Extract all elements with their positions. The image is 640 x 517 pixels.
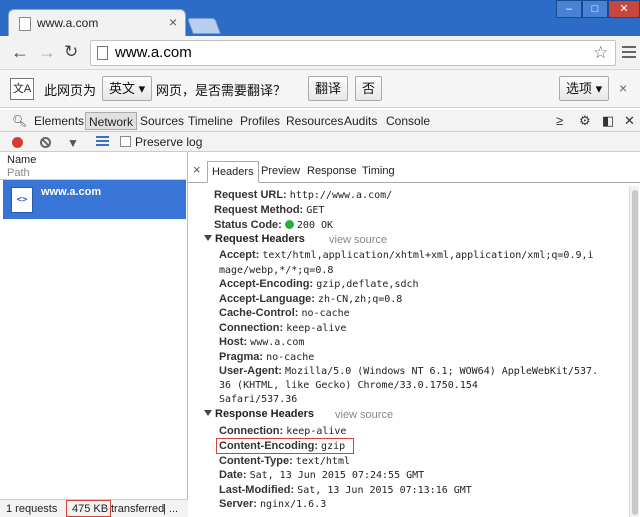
language-select[interactable]: 英文 ▾ — [102, 76, 153, 101]
tab-headers[interactable]: Headers — [207, 161, 259, 183]
network-toolbar: ▼ Preserve log — [0, 132, 640, 152]
collapse-triangle-icon — [204, 410, 212, 416]
search-icon[interactable]: 🔍︎ — [12, 114, 27, 128]
size-highlight-box — [66, 500, 111, 517]
address-bar[interactable]: www.a.com ☆ — [90, 40, 616, 66]
tab-preview[interactable]: Preview — [261, 165, 300, 177]
tab-network[interactable]: Network — [85, 112, 138, 130]
header-line: Host: www.a.com — [219, 336, 305, 348]
header-line: Date: Sat, 13 Jun 2015 07:24:55 GMT — [219, 469, 425, 481]
status-ok-icon — [284, 220, 294, 229]
tab-profiles[interactable]: Profiles — [240, 114, 280, 128]
scrollbar-thumb[interactable] — [632, 190, 638, 515]
preserve-log-checkbox[interactable] — [120, 136, 131, 147]
response-headers-section[interactable]: Response Headers — [204, 408, 314, 420]
transferred-label: transferred — [111, 503, 165, 515]
header-line: Content-Type: text/html — [219, 455, 350, 467]
details-close-icon[interactable]: × — [193, 162, 201, 177]
header-line-continued: Safari/537.36 — [219, 394, 298, 405]
page-favicon-icon — [19, 17, 31, 31]
request-list: Name Path <> www.a.com 1 requests 475 KB… — [0, 152, 188, 517]
request-list-header[interactable]: Name Path — [0, 152, 188, 180]
request-row[interactable]: <> www.a.com — [3, 180, 186, 219]
browser-tab[interactable]: www.a.com × — [8, 9, 186, 36]
translate-bar: 文A 此网页为 英文 ▾ 网页，是否需要翻译？ 翻译 否 选项 ▾ × — [0, 70, 640, 108]
tab-console[interactable]: Console — [386, 114, 430, 128]
translate-question: 网页，是否需要翻译？ — [156, 83, 287, 98]
window-titlebar: www.a.com × – □ ✕ — [0, 0, 640, 36]
header-line: Pragma: no-cache — [219, 351, 315, 363]
column-path-header: Path — [7, 167, 30, 179]
new-tab-button[interactable] — [187, 18, 221, 34]
header-line: Accept-Encoding: gzip,deflate,sdch — [219, 278, 419, 290]
request-view-source-link[interactable]: view source — [329, 234, 387, 246]
request-headers-section[interactable]: Request Headers — [204, 233, 305, 245]
url-text[interactable]: www.a.com — [115, 44, 192, 61]
back-arrow-icon[interactable]: ← — [11, 43, 29, 61]
header-line: Last-Modified: Sat, 13 Jun 2015 07:13:16… — [219, 484, 472, 496]
page-icon — [97, 46, 108, 60]
request-details: × Headers Preview Response Timing Reques… — [188, 152, 640, 517]
details-scrollbar[interactable] — [629, 186, 639, 517]
translate-button[interactable]: 翻译 — [308, 76, 349, 101]
maximize-button[interactable]: □ — [582, 0, 608, 18]
menu-icon[interactable] — [622, 46, 636, 61]
dock-icon[interactable]: ◧ — [602, 113, 614, 129]
forward-arrow-icon[interactable]: → — [38, 43, 56, 61]
tab-sources[interactable]: Sources — [140, 114, 184, 128]
close-window-button[interactable]: ✕ — [608, 0, 640, 18]
tab-timeline[interactable]: Timeline — [188, 114, 233, 128]
header-line: Status Code: 200 OK — [214, 219, 334, 231]
record-icon[interactable] — [12, 137, 23, 148]
translate-options-button[interactable]: 选项 ▾ — [559, 76, 610, 101]
show-drawer-icon[interactable]: ≥ — [556, 113, 563, 128]
translate-icon: 文A — [10, 78, 34, 100]
gear-icon[interactable]: ⚙ — [579, 113, 591, 129]
header-line-continued: 36 (KHTML, like Gecko) Chrome/33.0.1750.… — [219, 380, 478, 391]
tab-close-icon[interactable]: × — [169, 14, 177, 30]
filter-icon[interactable]: ▼ — [67, 136, 79, 150]
request-name: www.a.com — [41, 186, 102, 198]
preserve-log-label: Preserve log — [135, 135, 203, 149]
header-line: Server: nginx/1.6.3 — [219, 498, 327, 510]
collapse-triangle-icon — [204, 235, 212, 241]
header-line: Accept-Language: zh-CN,zh;q=0.8 — [219, 293, 403, 305]
header-line: Accept: text/html,application/xhtml+xml,… — [219, 249, 594, 261]
status-more: | ... — [163, 503, 179, 515]
tab-title: www.a.com — [37, 16, 99, 30]
tab-timing[interactable]: Timing — [362, 165, 395, 177]
devtools-tab-bar: 🔍︎ Elements Network Sources Timeline Pro… — [0, 110, 640, 132]
details-tab-bar: × Headers Preview Response Timing — [188, 161, 640, 183]
header-line: Request Method: GET — [214, 204, 325, 216]
content-encoding-highlight-box — [216, 438, 354, 454]
tab-response[interactable]: Response — [307, 165, 357, 177]
header-line: Cache-Control: no-cache — [219, 307, 350, 319]
header-line-continued: mage/webp,*/*;q=0.8 — [219, 265, 334, 276]
clear-icon[interactable] — [40, 137, 51, 148]
no-translate-button[interactable]: 否 — [355, 76, 383, 101]
translate-close-icon[interactable]: × — [619, 80, 627, 96]
bookmark-star-icon[interactable]: ☆ — [593, 43, 608, 63]
response-view-source-link[interactable]: view source — [335, 409, 393, 421]
tab-elements[interactable]: Elements — [34, 114, 84, 128]
large-rows-icon[interactable] — [96, 136, 109, 147]
tab-audits[interactable]: Audits — [344, 114, 377, 128]
header-line: User-Agent: Mozilla/5.0 (Windows NT 6.1;… — [219, 365, 599, 377]
network-status-bar: 1 requests 475 KB transferred | ... — [0, 499, 188, 517]
minimize-button[interactable]: – — [556, 0, 582, 18]
column-name-header[interactable]: Name — [7, 154, 36, 166]
request-count: 1 requests — [6, 503, 58, 515]
header-line: Request URL: http://www.a.com/ — [214, 189, 393, 201]
reload-icon[interactable]: ↻ — [64, 43, 78, 61]
devtools-close-icon[interactable]: ✕ — [624, 113, 635, 129]
header-line: Connection: keep-alive — [219, 322, 347, 334]
translate-prefix: 此网页为 — [44, 83, 97, 98]
header-line: Connection: keep-alive — [219, 425, 347, 437]
tab-resources[interactable]: Resources — [286, 114, 343, 128]
browser-toolbar: ← → ↻ www.a.com ☆ — [0, 36, 640, 70]
html-document-icon: <> — [11, 187, 33, 213]
